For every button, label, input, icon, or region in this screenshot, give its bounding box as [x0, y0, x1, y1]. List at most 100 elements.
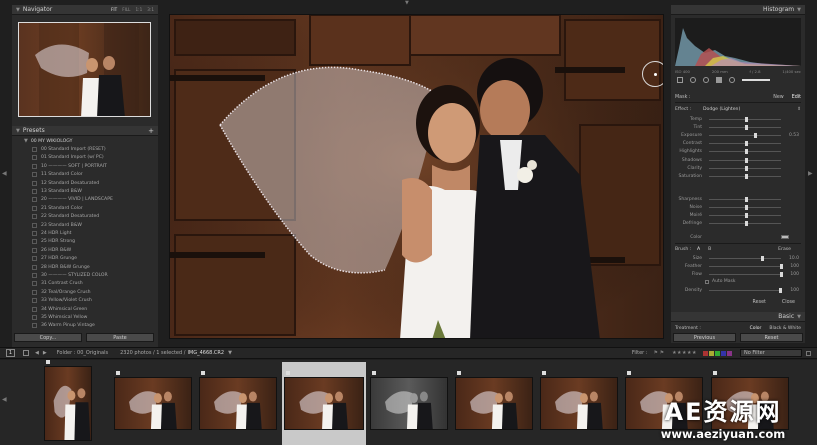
reset-button[interactable]: Reset — [740, 333, 803, 342]
slider-noise[interactable]: Noise — [675, 203, 801, 211]
preset-item[interactable]: 35 Whimsical Yellow — [12, 313, 158, 321]
preset-item[interactable]: 22 Standard Desaturated — [12, 213, 158, 221]
spot-removal-icon[interactable] — [690, 77, 696, 83]
mask-edit-button[interactable]: Edit — [792, 95, 801, 100]
slider-track[interactable] — [709, 263, 783, 269]
preset-item[interactable]: 11 Standard Color — [12, 171, 158, 179]
filmstrip-thumbnail[interactable] — [370, 377, 448, 430]
preset-item[interactable]: 20 ———— VIVID | LANDSCAPE — [12, 196, 158, 204]
preset-item[interactable]: 36 Warm Pinup Vintage — [12, 322, 158, 330]
slider-saturation[interactable]: Saturation — [675, 172, 801, 180]
slider-knob[interactable] — [760, 255, 764, 261]
slider-knob[interactable] — [745, 173, 748, 179]
presets-header[interactable]: ▼ Presets + — [12, 126, 158, 136]
adjustment-brush-icon[interactable] — [742, 79, 770, 81]
paste-button[interactable]: Paste — [86, 333, 154, 342]
preset-item[interactable]: 33 Yellow/Violet Crush — [12, 296, 158, 304]
preset-item[interactable]: 28 HDR B&W Grunge — [12, 263, 158, 271]
filmstrip-thumbnail[interactable] — [540, 377, 618, 430]
slider-knob[interactable] — [745, 149, 748, 155]
preset-item[interactable]: 23 Standard B&W — [12, 221, 158, 229]
auto-mask-checkbox[interactable] — [705, 279, 709, 284]
slider-track[interactable] — [709, 204, 781, 210]
zoom-3-1[interactable]: 3:1 — [147, 7, 154, 12]
filmstrip-thumbnail[interactable] — [455, 377, 533, 430]
source-dropdown-icon[interactable]: ▼ — [228, 350, 232, 356]
filmstrip-thumbnail[interactable] — [114, 377, 192, 430]
preset-item[interactable]: 10 ———— SOFT | PORTRAIT — [12, 162, 158, 170]
slider-track[interactable] — [709, 271, 783, 277]
slider-knob[interactable] — [745, 165, 748, 171]
density-knob[interactable] — [778, 287, 782, 293]
grid-view-icon[interactable] — [23, 350, 29, 356]
slider-knob[interactable] — [779, 271, 783, 277]
rating-filter-stars[interactable]: ★★★★★ — [672, 350, 697, 356]
crop-tool-icon[interactable] — [677, 77, 683, 83]
filter-dropdown[interactable]: No Filter — [740, 349, 802, 357]
slider-clarity[interactable]: Clarity — [675, 164, 801, 172]
histogram-header[interactable]: Histogram ▼ — [671, 5, 805, 15]
navigator-preview[interactable] — [18, 22, 151, 117]
slider-track[interactable] — [709, 196, 781, 202]
brush-cursor[interactable] — [642, 61, 663, 87]
color-swatch[interactable] — [781, 235, 789, 239]
brush-close-button[interactable]: Close — [782, 300, 795, 305]
preset-item[interactable]: 00 Standard Import (RESET) — [12, 145, 158, 153]
slider-temp[interactable]: Temp — [675, 115, 801, 123]
basic-header[interactable]: Basic ▼ — [671, 312, 805, 322]
slider-tint[interactable]: Tint — [675, 123, 801, 131]
color-filter-swatches[interactable] — [703, 350, 732, 356]
slider-track[interactable] — [709, 116, 781, 122]
slider-defringe[interactable]: Defringe — [675, 220, 801, 228]
slider-track[interactable] — [709, 141, 781, 147]
preset-item[interactable]: 01 Standard Import (w/ PC) — [12, 154, 158, 162]
brush-reset-button[interactable]: Reset — [753, 300, 766, 305]
page-number-box[interactable]: 1 — [6, 349, 15, 357]
slider-shadows[interactable]: Shadows — [675, 156, 801, 164]
slider-track[interactable] — [709, 173, 781, 179]
graduated-filter-icon[interactable] — [716, 77, 722, 83]
brush-erase-tab[interactable]: Erase — [778, 247, 791, 252]
preset-item[interactable]: 24 HDR Light — [12, 229, 158, 237]
slider-knob[interactable] — [745, 141, 748, 147]
slider-knob[interactable] — [745, 221, 748, 227]
slider-sharpness[interactable]: Sharpness — [675, 195, 801, 203]
preset-folder[interactable]: ▼ 00 MY WIKIOLOGY — [12, 137, 158, 145]
zoom-fit[interactable]: FIT — [111, 7, 117, 12]
slider-moir[interactable]: Moiré — [675, 211, 801, 219]
slider-track[interactable] — [709, 157, 781, 163]
top-panel-toggle-icon[interactable]: ▼ — [405, 0, 409, 6]
slider-knob[interactable] — [745, 196, 748, 202]
brush-b-tab[interactable]: B — [708, 247, 778, 252]
nav-forward-icon[interactable]: ▶ — [43, 350, 47, 356]
preset-item[interactable]: 21 Standard Color — [12, 204, 158, 212]
slider-knob[interactable] — [745, 204, 748, 210]
filmstrip-thumbnail[interactable] — [44, 366, 92, 441]
mask-new-button[interactable]: New — [773, 95, 783, 100]
right-panel-toggle-icon[interactable]: ▶ — [808, 170, 813, 177]
slider-size[interactable]: Size 10.0 — [675, 254, 801, 262]
add-preset-icon[interactable]: + — [148, 127, 154, 135]
filmstrip-thumbnail[interactable] — [199, 377, 277, 430]
slider-highlights[interactable]: Highlights — [675, 148, 801, 156]
effect-dropdown[interactable]: Dodge (Lighten) — [703, 107, 797, 112]
main-photo[interactable] — [169, 14, 664, 339]
slider-track[interactable] — [709, 132, 781, 138]
preset-item[interactable]: 13 Standard B&W — [12, 187, 158, 195]
treatment-bw-option[interactable]: Black & White — [769, 326, 801, 331]
previous-button[interactable]: Previous — [673, 333, 736, 342]
slider-knob[interactable] — [745, 157, 748, 163]
zoom-fill[interactable]: FILL — [122, 7, 130, 12]
slider-track[interactable] — [709, 255, 781, 261]
slider-knob[interactable] — [745, 124, 748, 130]
preset-item[interactable]: 31 Contrast Crush — [12, 280, 158, 288]
red-eye-icon[interactable] — [703, 77, 709, 83]
preset-item[interactable]: 30 ———— STYLIZED COLOR — [12, 271, 158, 279]
slider-track[interactable] — [709, 149, 781, 155]
preset-item[interactable]: 26 HDR B&W — [12, 246, 158, 254]
effect-chevron-icon[interactable]: ⬍ — [797, 107, 801, 112]
source-label[interactable]: Folder : 00_Originals — [57, 350, 108, 356]
copy-button[interactable]: Copy... — [14, 333, 82, 342]
filmstrip-thumbnail[interactable] — [284, 377, 364, 430]
filter-lock-icon[interactable] — [806, 350, 811, 356]
